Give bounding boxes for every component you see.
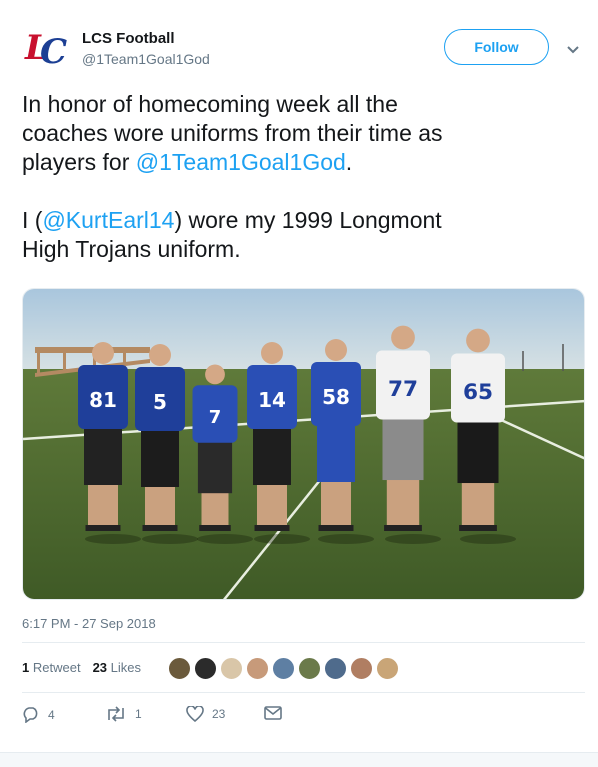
chevron-down-icon[interactable] bbox=[566, 42, 580, 60]
liker-avatar[interactable] bbox=[350, 657, 373, 680]
jersey-number: 77 bbox=[388, 377, 418, 402]
reply-icon bbox=[23, 707, 38, 723]
tweet-line: In honor of homecoming week all the bbox=[22, 90, 582, 119]
tweet-text-span: . bbox=[345, 149, 353, 175]
tweet-line: coaches wore uniforms from their time as bbox=[22, 119, 582, 148]
liker-avatar[interactable] bbox=[272, 657, 295, 680]
bottom-bar bbox=[0, 752, 598, 767]
like-button[interactable]: 23 bbox=[186, 706, 225, 722]
svg-text:C: C bbox=[40, 32, 67, 69]
like-count-label: Likes bbox=[110, 660, 142, 675]
tweet-line: players for @1Team1Goal1God. bbox=[22, 148, 582, 177]
jersey-number: 5 bbox=[153, 390, 167, 414]
jersey-number: 7 bbox=[209, 407, 222, 428]
tweet-line: High Trojans uniform. bbox=[22, 235, 582, 264]
mention-link[interactable]: @KurtEarl14 bbox=[42, 207, 174, 233]
tweet-text-span: In honor of homecoming week all the bbox=[22, 91, 398, 117]
jersey-number: 65 bbox=[463, 380, 493, 405]
envelope-icon bbox=[264, 706, 282, 720]
jersey-number: 58 bbox=[322, 385, 350, 409]
liker-avatar[interactable] bbox=[246, 657, 269, 680]
liker-avatar[interactable] bbox=[220, 657, 243, 680]
liker-avatar[interactable] bbox=[298, 657, 321, 680]
liker-avatar[interactable] bbox=[168, 657, 191, 680]
profile-avatar[interactable]: L C bbox=[22, 21, 70, 72]
divider bbox=[22, 642, 585, 643]
tweet-timestamp[interactable]: 6:17 PM - 27 Sep 2018 bbox=[22, 616, 156, 631]
reply-count: 4 bbox=[48, 707, 55, 722]
like-action-count: 23 bbox=[212, 707, 226, 721]
liker-avatar[interactable] bbox=[376, 657, 399, 680]
liker-avatar[interactable] bbox=[324, 657, 347, 680]
retweet-action-count: 1 bbox=[135, 707, 142, 721]
follow-button[interactable]: Follow bbox=[444, 29, 549, 65]
tweet-text-span: ) wore my 1999 Longmont bbox=[174, 207, 442, 233]
retweet-count-label: Retweet bbox=[32, 660, 81, 675]
liker-avatars bbox=[168, 657, 399, 680]
account-name[interactable]: LCS Football bbox=[82, 30, 175, 47]
tweet-text-span: High Trojans uniform. bbox=[22, 236, 241, 262]
reply-button[interactable]: 4 bbox=[22, 706, 55, 723]
heart-icon bbox=[186, 706, 204, 722]
direct-message-button[interactable] bbox=[264, 706, 282, 720]
jersey-number: 14 bbox=[258, 388, 286, 412]
tweet-actions: 4 1 23 bbox=[22, 706, 322, 728]
retweet-button[interactable]: 1 bbox=[105, 706, 142, 722]
divider bbox=[22, 692, 585, 693]
tweet-text-span: I ( bbox=[22, 207, 43, 233]
tweet-stats: 1 Retweet 23 Likes bbox=[22, 660, 141, 675]
jersey-number: 81 bbox=[89, 388, 117, 412]
retweet-count-value: 1 bbox=[22, 660, 30, 675]
account-handle[interactable]: @1Team1Goal1God bbox=[82, 51, 210, 67]
like-count[interactable]: 23 Likes bbox=[93, 660, 141, 675]
tweet-header: L C LCS Football @1Team1Goal1God Follow bbox=[0, 0, 598, 80]
tweet-photo[interactable]: 81 5 7 14 58 77 65 bbox=[22, 288, 585, 600]
tweet-text-span: players for bbox=[22, 149, 136, 175]
tweet-text: In honor of homecoming week all the coac… bbox=[22, 90, 582, 264]
retweet-count[interactable]: 1 Retweet bbox=[22, 660, 81, 675]
tweet-line: I (@KurtEarl14) wore my 1999 Longmont bbox=[22, 206, 582, 235]
tweet-text-span: coaches wore uniforms from their time as bbox=[22, 120, 443, 146]
retweet-icon bbox=[108, 706, 124, 722]
like-count-value: 23 bbox=[92, 660, 108, 675]
liker-avatar[interactable] bbox=[194, 657, 217, 680]
mention-link[interactable]: @1Team1Goal1God bbox=[136, 149, 346, 175]
